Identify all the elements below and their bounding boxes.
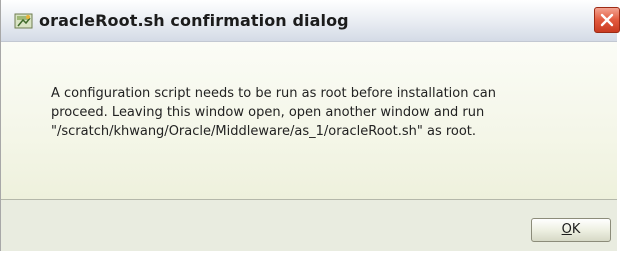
confirmation-message: A configuration script needs to be run a…	[51, 84, 611, 141]
message-line: "/scratch/khwang/Oracle/Middleware/as_1/…	[51, 124, 477, 139]
message-line: proceed. Leaving this window open, open …	[51, 105, 485, 120]
confirmation-dialog: oracleRoot.sh confirmation dialog A conf…	[0, 0, 620, 251]
close-button[interactable]	[594, 7, 620, 33]
title-bar[interactable]: oracleRoot.sh confirmation dialog	[1, 0, 620, 42]
ok-mnemonic: O	[561, 222, 572, 237]
ok-button[interactable]: OK	[531, 218, 611, 242]
close-icon	[600, 13, 614, 27]
ok-label-rest: K	[571, 222, 581, 237]
installer-icon	[14, 11, 34, 31]
message-line: A configuration script needs to be run a…	[51, 86, 496, 101]
dialog-footer: OK	[1, 199, 617, 251]
dialog-title: oracleRoot.sh confirmation dialog	[39, 11, 349, 30]
dialog-content: A configuration script needs to be run a…	[1, 42, 617, 199]
